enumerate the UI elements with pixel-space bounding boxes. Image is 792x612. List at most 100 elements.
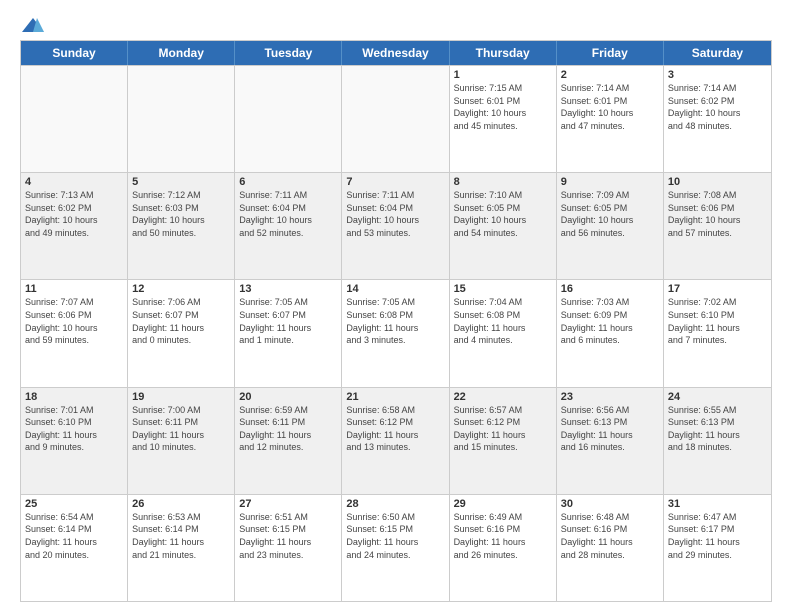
cal-cell-14: 14Sunrise: 7:05 AM Sunset: 6:08 PM Dayli… bbox=[342, 280, 449, 386]
cal-row-1: 4Sunrise: 7:13 AM Sunset: 6:02 PM Daylig… bbox=[21, 172, 771, 279]
day-number: 10 bbox=[668, 176, 767, 188]
cal-header-saturday: Saturday bbox=[664, 41, 771, 65]
day-number: 25 bbox=[25, 498, 123, 510]
day-info: Sunrise: 7:06 AM Sunset: 6:07 PM Dayligh… bbox=[132, 296, 230, 346]
cal-cell-1: 1Sunrise: 7:15 AM Sunset: 6:01 PM Daylig… bbox=[450, 66, 557, 172]
cal-cell-12: 12Sunrise: 7:06 AM Sunset: 6:07 PM Dayli… bbox=[128, 280, 235, 386]
day-number: 8 bbox=[454, 176, 552, 188]
cal-header-monday: Monday bbox=[128, 41, 235, 65]
cal-cell-30: 30Sunrise: 6:48 AM Sunset: 6:16 PM Dayli… bbox=[557, 495, 664, 601]
day-number: 28 bbox=[346, 498, 444, 510]
day-number: 2 bbox=[561, 69, 659, 81]
day-number: 3 bbox=[668, 69, 767, 81]
day-info: Sunrise: 7:13 AM Sunset: 6:02 PM Dayligh… bbox=[25, 189, 123, 239]
cal-cell-29: 29Sunrise: 6:49 AM Sunset: 6:16 PM Dayli… bbox=[450, 495, 557, 601]
day-number: 1 bbox=[454, 69, 552, 81]
cal-cell-2: 2Sunrise: 7:14 AM Sunset: 6:01 PM Daylig… bbox=[557, 66, 664, 172]
day-number: 5 bbox=[132, 176, 230, 188]
cal-cell-empty-0-1 bbox=[128, 66, 235, 172]
day-info: Sunrise: 7:11 AM Sunset: 6:04 PM Dayligh… bbox=[346, 189, 444, 239]
day-info: Sunrise: 6:59 AM Sunset: 6:11 PM Dayligh… bbox=[239, 404, 337, 454]
header bbox=[20, 16, 772, 34]
logo bbox=[20, 16, 44, 34]
day-info: Sunrise: 7:15 AM Sunset: 6:01 PM Dayligh… bbox=[454, 82, 552, 132]
cal-cell-5: 5Sunrise: 7:12 AM Sunset: 6:03 PM Daylig… bbox=[128, 173, 235, 279]
day-number: 14 bbox=[346, 283, 444, 295]
day-info: Sunrise: 7:14 AM Sunset: 6:01 PM Dayligh… bbox=[561, 82, 659, 132]
cal-row-0: 1Sunrise: 7:15 AM Sunset: 6:01 PM Daylig… bbox=[21, 65, 771, 172]
day-info: Sunrise: 7:07 AM Sunset: 6:06 PM Dayligh… bbox=[25, 296, 123, 346]
day-number: 20 bbox=[239, 391, 337, 403]
cal-cell-8: 8Sunrise: 7:10 AM Sunset: 6:05 PM Daylig… bbox=[450, 173, 557, 279]
cal-header-friday: Friday bbox=[557, 41, 664, 65]
day-info: Sunrise: 7:03 AM Sunset: 6:09 PM Dayligh… bbox=[561, 296, 659, 346]
cal-cell-18: 18Sunrise: 7:01 AM Sunset: 6:10 PM Dayli… bbox=[21, 388, 128, 494]
day-info: Sunrise: 7:11 AM Sunset: 6:04 PM Dayligh… bbox=[239, 189, 337, 239]
day-info: Sunrise: 7:01 AM Sunset: 6:10 PM Dayligh… bbox=[25, 404, 123, 454]
cal-header-wednesday: Wednesday bbox=[342, 41, 449, 65]
cal-cell-27: 27Sunrise: 6:51 AM Sunset: 6:15 PM Dayli… bbox=[235, 495, 342, 601]
page: SundayMondayTuesdayWednesdayThursdayFrid… bbox=[0, 0, 792, 612]
day-number: 22 bbox=[454, 391, 552, 403]
day-number: 12 bbox=[132, 283, 230, 295]
cal-cell-15: 15Sunrise: 7:04 AM Sunset: 6:08 PM Dayli… bbox=[450, 280, 557, 386]
calendar: SundayMondayTuesdayWednesdayThursdayFrid… bbox=[20, 40, 772, 602]
day-info: Sunrise: 6:50 AM Sunset: 6:15 PM Dayligh… bbox=[346, 511, 444, 561]
cal-cell-empty-0-0 bbox=[21, 66, 128, 172]
day-number: 31 bbox=[668, 498, 767, 510]
day-info: Sunrise: 6:55 AM Sunset: 6:13 PM Dayligh… bbox=[668, 404, 767, 454]
cal-cell-4: 4Sunrise: 7:13 AM Sunset: 6:02 PM Daylig… bbox=[21, 173, 128, 279]
day-info: Sunrise: 6:48 AM Sunset: 6:16 PM Dayligh… bbox=[561, 511, 659, 561]
cal-cell-7: 7Sunrise: 7:11 AM Sunset: 6:04 PM Daylig… bbox=[342, 173, 449, 279]
cal-header-sunday: Sunday bbox=[21, 41, 128, 65]
cal-header-tuesday: Tuesday bbox=[235, 41, 342, 65]
day-number: 23 bbox=[561, 391, 659, 403]
cal-row-2: 11Sunrise: 7:07 AM Sunset: 6:06 PM Dayli… bbox=[21, 279, 771, 386]
cal-cell-19: 19Sunrise: 7:00 AM Sunset: 6:11 PM Dayli… bbox=[128, 388, 235, 494]
cal-cell-6: 6Sunrise: 7:11 AM Sunset: 6:04 PM Daylig… bbox=[235, 173, 342, 279]
day-number: 21 bbox=[346, 391, 444, 403]
cal-cell-21: 21Sunrise: 6:58 AM Sunset: 6:12 PM Dayli… bbox=[342, 388, 449, 494]
day-info: Sunrise: 6:49 AM Sunset: 6:16 PM Dayligh… bbox=[454, 511, 552, 561]
day-number: 9 bbox=[561, 176, 659, 188]
day-info: Sunrise: 6:57 AM Sunset: 6:12 PM Dayligh… bbox=[454, 404, 552, 454]
day-info: Sunrise: 6:47 AM Sunset: 6:17 PM Dayligh… bbox=[668, 511, 767, 561]
day-info: Sunrise: 7:04 AM Sunset: 6:08 PM Dayligh… bbox=[454, 296, 552, 346]
day-info: Sunrise: 6:56 AM Sunset: 6:13 PM Dayligh… bbox=[561, 404, 659, 454]
cal-header-thursday: Thursday bbox=[450, 41, 557, 65]
cal-cell-28: 28Sunrise: 6:50 AM Sunset: 6:15 PM Dayli… bbox=[342, 495, 449, 601]
day-info: Sunrise: 7:08 AM Sunset: 6:06 PM Dayligh… bbox=[668, 189, 767, 239]
logo-icon bbox=[22, 16, 44, 34]
day-number: 11 bbox=[25, 283, 123, 295]
cal-cell-11: 11Sunrise: 7:07 AM Sunset: 6:06 PM Dayli… bbox=[21, 280, 128, 386]
day-number: 4 bbox=[25, 176, 123, 188]
cal-cell-13: 13Sunrise: 7:05 AM Sunset: 6:07 PM Dayli… bbox=[235, 280, 342, 386]
day-number: 13 bbox=[239, 283, 337, 295]
day-number: 24 bbox=[668, 391, 767, 403]
day-number: 27 bbox=[239, 498, 337, 510]
day-info: Sunrise: 7:10 AM Sunset: 6:05 PM Dayligh… bbox=[454, 189, 552, 239]
day-info: Sunrise: 7:14 AM Sunset: 6:02 PM Dayligh… bbox=[668, 82, 767, 132]
day-info: Sunrise: 7:05 AM Sunset: 6:07 PM Dayligh… bbox=[239, 296, 337, 346]
cal-cell-31: 31Sunrise: 6:47 AM Sunset: 6:17 PM Dayli… bbox=[664, 495, 771, 601]
day-info: Sunrise: 6:54 AM Sunset: 6:14 PM Dayligh… bbox=[25, 511, 123, 561]
cal-cell-3: 3Sunrise: 7:14 AM Sunset: 6:02 PM Daylig… bbox=[664, 66, 771, 172]
day-number: 18 bbox=[25, 391, 123, 403]
cal-row-3: 18Sunrise: 7:01 AM Sunset: 6:10 PM Dayli… bbox=[21, 387, 771, 494]
day-info: Sunrise: 6:58 AM Sunset: 6:12 PM Dayligh… bbox=[346, 404, 444, 454]
day-info: Sunrise: 7:09 AM Sunset: 6:05 PM Dayligh… bbox=[561, 189, 659, 239]
cal-cell-22: 22Sunrise: 6:57 AM Sunset: 6:12 PM Dayli… bbox=[450, 388, 557, 494]
day-number: 19 bbox=[132, 391, 230, 403]
day-info: Sunrise: 7:05 AM Sunset: 6:08 PM Dayligh… bbox=[346, 296, 444, 346]
cal-cell-empty-0-3 bbox=[342, 66, 449, 172]
day-number: 17 bbox=[668, 283, 767, 295]
day-number: 16 bbox=[561, 283, 659, 295]
day-number: 6 bbox=[239, 176, 337, 188]
cal-cell-17: 17Sunrise: 7:02 AM Sunset: 6:10 PM Dayli… bbox=[664, 280, 771, 386]
day-number: 7 bbox=[346, 176, 444, 188]
day-number: 29 bbox=[454, 498, 552, 510]
cal-row-4: 25Sunrise: 6:54 AM Sunset: 6:14 PM Dayli… bbox=[21, 494, 771, 601]
day-info: Sunrise: 7:12 AM Sunset: 6:03 PM Dayligh… bbox=[132, 189, 230, 239]
cal-cell-9: 9Sunrise: 7:09 AM Sunset: 6:05 PM Daylig… bbox=[557, 173, 664, 279]
calendar-header: SundayMondayTuesdayWednesdayThursdayFrid… bbox=[21, 41, 771, 65]
